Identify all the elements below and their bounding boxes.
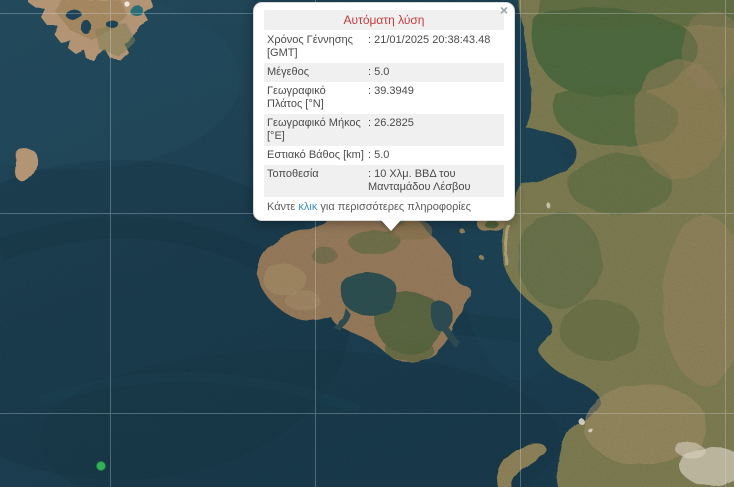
popup-title: Αυτόματη λύση — [264, 10, 504, 30]
row-latitude: Γεωγραφικό Πλάτος [°N] : 39.3949 — [264, 82, 504, 114]
close-icon[interactable]: × — [500, 3, 508, 17]
earthquake-info-popup: × Αυτόματη λύση Χρόνος Γέννησης [GMT] : … — [253, 2, 515, 221]
row-label: Χρόνος Γέννησης [GMT] — [267, 34, 353, 59]
row-value: : 26.2825 — [368, 116, 414, 129]
row-origin-time: Χρόνος Γέννησης [GMT] : 21/01/2025 20:38… — [264, 31, 504, 63]
row-longitude: Γεωγραφικό Μήκος [°E] : 26.2825 — [264, 113, 504, 146]
popup-footer: Κάντε κλικ για περισσότερες πληροφορίες — [264, 197, 504, 215]
row-label: Μέγεθος — [267, 65, 310, 78]
more-info-link[interactable]: κλικ — [298, 201, 317, 213]
row-label: Εστιακό Βάθος [km] — [267, 148, 364, 161]
footer-text-suffix: για περισσότερες πληροφορίες — [317, 200, 471, 213]
row-value: : 5.0 — [368, 65, 390, 78]
row-value: : 10 Χλμ. ΒΒΔ του Μανταμάδου Λέσβου — [368, 167, 471, 193]
popup-table: Χρόνος Γέννησης [GMT] : 21/01/2025 20:38… — [264, 31, 504, 197]
row-value: : 39.3949 — [368, 84, 414, 97]
row-label: Γεωγραφικό Μήκος [°E] — [267, 116, 361, 142]
minor-event-dot-marker[interactable] — [96, 461, 106, 471]
row-location: Τοποθεσία : 10 Χλμ. ΒΒΔ του Μανταμάδου Λ… — [264, 164, 504, 197]
row-label: Τοποθεσία — [267, 167, 319, 180]
row-depth: Εστιακό Βάθος [km] : 5.0 — [264, 146, 504, 165]
earthquake-map-screen: × Αυτόματη λύση Χρόνος Γέννησης [GMT] : … — [0, 0, 734, 487]
row-label: Γεωγραφικό Πλάτος [°N] — [267, 84, 326, 110]
footer-text-prefix: Κάντε — [267, 200, 299, 213]
row-value: : 21/01/2025 20:38:43.48 — [368, 34, 491, 46]
row-magnitude: Μέγεθος : 5.0 — [264, 62, 504, 82]
row-value: : 5.0 — [368, 148, 390, 161]
